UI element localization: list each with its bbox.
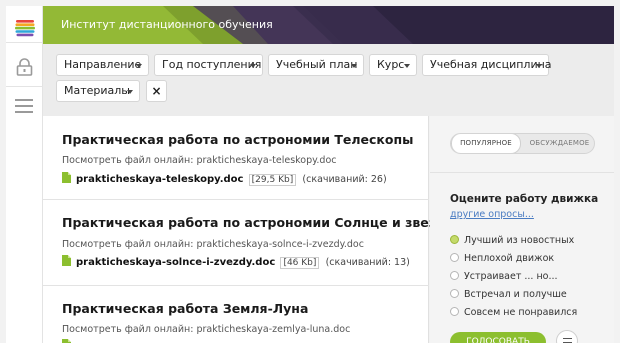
site-header: Институт дистанционного обучения [43,6,614,44]
tab-discussed[interactable]: ОБСУЖДАЕМОЕ [523,134,594,153]
popular-tabs: ПОПУЛЯРНОЕ ОБСУЖДАЕМОЕ [450,133,595,154]
filter-course[interactable]: Курс [369,54,417,76]
poll-option-label: Лучший из новостных [464,235,575,246]
vote-button[interactable]: ГОЛОСОВАТЬ [450,332,546,343]
file-row: prakticheskaya-solnce-i-zvezdy.doc [46 K… [62,255,410,269]
download-count: (скачиваний: 26) [302,174,387,185]
file-row [62,339,76,343]
radio-button[interactable] [450,235,459,244]
radio-button[interactable] [450,307,459,316]
file-icon [62,339,71,343]
poll-option[interactable]: Устраивает ... но... [450,271,558,282]
file-row: prakticheskaya-teleskopy.doc [29,5 Kb] (… [62,172,387,186]
poll-option[interactable]: Лучший из новостных [450,235,574,246]
rail-divider [6,42,43,43]
material-list: Практическая работа по астрономии Телеск… [43,116,457,343]
sidebar: ПОПУЛЯРНОЕ ОБСУЖДАЕМОЕ Оцените работу дв… [430,116,614,343]
poll-option[interactable]: Совсем не понравился [450,307,577,318]
filter-materials[interactable]: Материалы [56,80,140,102]
filter-label: Материалы [64,84,130,97]
caret-down-icon [536,64,542,68]
poll-option-label: Совсем не понравился [464,307,578,318]
sidebar-divider [430,172,614,173]
filter-label: Курс [377,58,405,71]
radio-button[interactable] [450,271,459,280]
poll-option-label: Встречал и получше [464,289,567,300]
results-line [563,338,572,339]
filter-bar: Направление Год поступления Учебный план… [43,44,614,116]
results-icon[interactable] [556,330,578,343]
caret-down-icon [250,64,256,68]
poll-option[interactable]: Встречал и получше [450,289,567,300]
other-polls-link[interactable]: другие опросы... [450,209,534,220]
file-size: [29,5 Kb] [248,174,297,186]
radio-button[interactable] [450,253,459,262]
item-title[interactable]: Практическая работа по астрономии Телеск… [62,132,413,147]
filter-study-plan[interactable]: Учебный план [268,54,364,76]
tab-popular[interactable]: ПОПУЛЯРНОЕ [451,134,521,153]
caret-down-icon [127,90,133,94]
left-rail [6,6,43,343]
filter-direction[interactable]: Направление [56,54,149,76]
item-title[interactable]: Практическая работа Земля-Луна [62,301,308,316]
list-item: Практическая работа по астрономии Солнце… [43,200,457,286]
poll-title: Оцените работу движка [450,193,599,205]
file-size: [46 Kb] [280,257,320,269]
radio-button[interactable] [450,289,459,298]
filter-label: Год поступления [162,58,262,71]
download-count: (скачиваний: 13) [325,257,410,268]
poll-option-label: Устраивает ... но... [464,271,558,282]
lock-icon[interactable] [16,58,33,76]
view-online-text[interactable]: Посмотреть файл онлайн: prakticheskaya-t… [62,155,337,166]
poll-option-label: Неплохой движок [464,253,555,264]
caret-down-icon [404,64,410,68]
file-download-link[interactable]: prakticheskaya-solnce-i-zvezdy.doc [76,257,275,268]
header-title: Институт дистанционного обучения [61,18,273,31]
filter-label: Учебный план [276,58,358,71]
list-item: Практическая работа по астрономии Телеск… [43,116,429,200]
list-item: Практическая работа Земля-Луна Посмотрет… [43,286,429,343]
filter-discipline[interactable]: Учебная дисциплина [422,54,552,76]
menu-icon[interactable] [15,99,33,113]
file-icon [62,172,71,183]
poll-option[interactable]: Неплохой движок [450,253,554,264]
filter-label: Учебная дисциплина [430,58,552,71]
view-online-text[interactable]: Посмотреть файл онлайн: prakticheskaya-z… [62,324,350,335]
filter-label: Направление [64,58,142,71]
clear-filters-button[interactable]: × [146,80,167,102]
caret-down-icon [351,64,357,68]
rail-divider [6,86,43,87]
file-download-link[interactable]: prakticheskaya-teleskopy.doc [76,174,243,185]
filter-admission-year[interactable]: Год поступления [154,54,263,76]
caret-down-icon [136,64,142,68]
item-title[interactable]: Практическая работа по астрономии Солнце… [62,215,457,230]
logo-icon[interactable] [15,18,35,38]
file-icon [62,255,71,266]
view-online-text[interactable]: Посмотреть файл онлайн: prakticheskaya-s… [62,239,364,250]
